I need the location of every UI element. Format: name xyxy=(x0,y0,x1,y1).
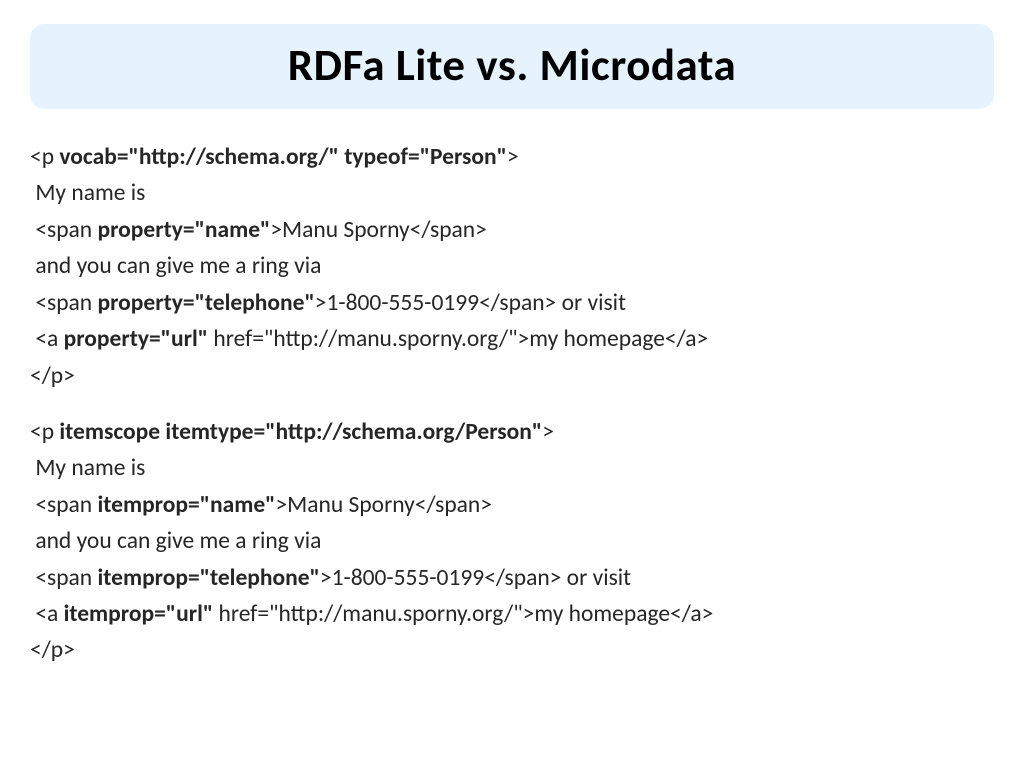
code-bold: vocab="http://schema.org/" typeof="Perso… xyxy=(59,143,507,171)
code-line: <a itemprop="url" href="http://manu.spor… xyxy=(30,596,994,632)
slide-title: RDFa Lite vs. Microdata xyxy=(30,38,994,93)
slide: RDFa Lite vs. Microdata <p vocab="http:/… xyxy=(0,0,1024,768)
code-text: <p xyxy=(30,143,59,171)
code-text: href="http://manu.sporny.org/">my homepa… xyxy=(213,600,713,628)
code-text: <p xyxy=(30,418,59,446)
code-text: <span xyxy=(30,491,97,519)
code-line: and you can give me a ring via xyxy=(30,248,994,284)
code-text: <span xyxy=(30,564,97,592)
code-line: <p vocab="http://schema.org/" typeof="Pe… xyxy=(30,139,994,175)
code-text: >1-800-555-0199</span> or visit xyxy=(320,564,631,592)
code-line: </p> xyxy=(30,632,994,668)
code-text: >1-800-555-0199</span> or visit xyxy=(315,289,626,317)
code-bold: itemscope itemtype="http://schema.org/Pe… xyxy=(59,418,542,446)
code-text: >Manu Sporny</span> xyxy=(270,216,487,244)
code-line: <span itemprop="name">Manu Sporny</span> xyxy=(30,487,994,523)
code-line: <p itemscope itemtype="http://schema.org… xyxy=(30,414,994,450)
code-line: My name is xyxy=(30,450,994,486)
code-text: >Manu Sporny</span> xyxy=(275,491,492,519)
title-bar: RDFa Lite vs. Microdata xyxy=(30,24,994,109)
code-line: </p> xyxy=(30,358,994,394)
code-bold: itemprop="name" xyxy=(97,491,275,519)
code-bold: property="telephone" xyxy=(97,289,314,317)
code-line: and you can give me a ring via xyxy=(30,523,994,559)
code-text: href="http://manu.sporny.org/">my homepa… xyxy=(208,325,708,353)
code-bold: property="name" xyxy=(97,216,270,244)
code-text: <a xyxy=(30,600,64,628)
code-text: > xyxy=(542,418,554,446)
code-line: <span property="telephone">1-800-555-019… xyxy=(30,285,994,321)
code-text: <span xyxy=(30,216,97,244)
code-text: > xyxy=(507,143,519,171)
code-line: <a property="url" href="http://manu.spor… xyxy=(30,321,994,357)
code-line: <span itemprop="telephone">1-800-555-019… xyxy=(30,560,994,596)
code-line: My name is xyxy=(30,175,994,211)
code-text: <a xyxy=(30,325,64,353)
rdfa-code-block: <p vocab="http://schema.org/" typeof="Pe… xyxy=(30,139,994,394)
microdata-code-block: <p itemscope itemtype="http://schema.org… xyxy=(30,414,994,669)
code-text: <span xyxy=(30,289,97,317)
code-bold: itemprop="url" xyxy=(64,600,214,628)
code-line: <span property="name">Manu Sporny</span> xyxy=(30,212,994,248)
code-bold: itemprop="telephone" xyxy=(97,564,319,592)
code-bold: property="url" xyxy=(64,325,208,353)
